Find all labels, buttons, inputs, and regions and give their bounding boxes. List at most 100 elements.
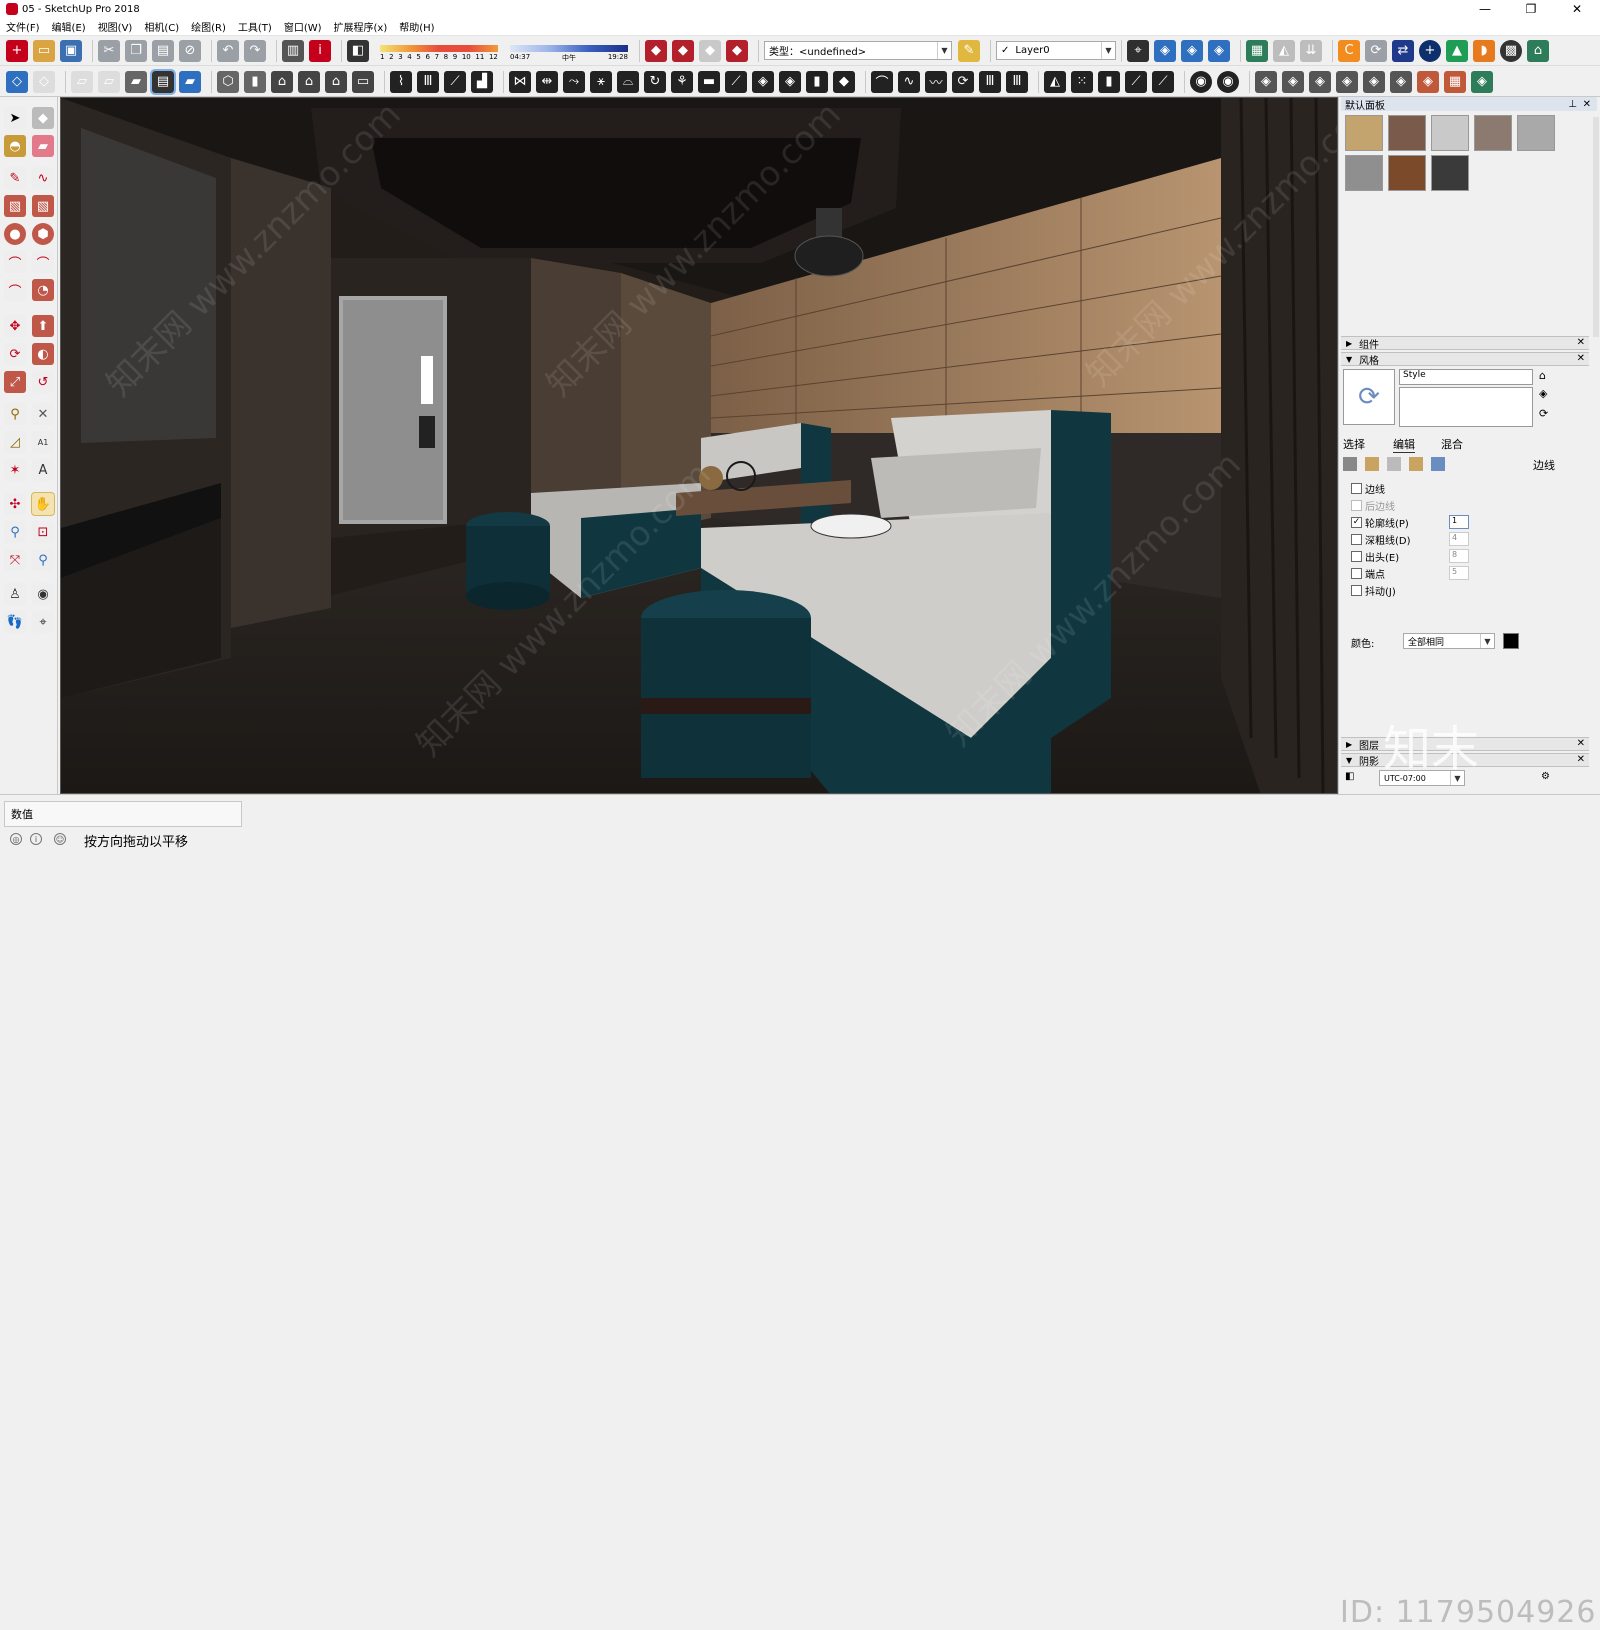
menu-extensions[interactable]: 扩展程序(x) xyxy=(334,19,388,34)
text-label-icon[interactable]: A1 xyxy=(32,431,54,453)
pin-icon[interactable]: ⊥ xyxy=(1568,99,1577,110)
zoom-window-icon[interactable]: ⊡ xyxy=(32,521,54,543)
maximize-button[interactable]: ❐ xyxy=(1508,0,1554,18)
wireframe-icon[interactable]: ▱ xyxy=(71,70,93,93)
tool-l-icon[interactable]: ▮ xyxy=(806,70,828,93)
edge-option-value[interactable]: 5 xyxy=(1449,566,1469,580)
scrollbar[interactable] xyxy=(1593,117,1599,337)
extension-warehouse-icon[interactable]: ◆ xyxy=(726,39,748,62)
iso-view-icon[interactable]: ⬡ xyxy=(217,70,239,93)
shaded-textures-icon[interactable]: ▤ xyxy=(150,68,176,95)
menu-help[interactable]: 帮助(H) xyxy=(399,19,434,34)
tool-y-icon[interactable]: ◈ xyxy=(1255,70,1277,93)
back-edges-icon[interactable]: ◇ xyxy=(33,70,55,93)
material-swatch[interactable] xyxy=(1345,155,1383,191)
tab-mix[interactable]: 混合 xyxy=(1441,436,1463,452)
menu-camera[interactable]: 相机(C) xyxy=(144,19,179,34)
edge-option-row[interactable]: 抖动(J) xyxy=(1351,583,1396,598)
refresh-icon[interactable]: ⟳ xyxy=(1539,407,1548,420)
pie-icon[interactable]: ◔ xyxy=(32,279,54,301)
close-icon[interactable]: ✕ xyxy=(1577,353,1585,364)
face-settings-icon[interactable] xyxy=(1365,457,1379,471)
position-camera-icon[interactable]: ♙ xyxy=(4,583,26,605)
cut-icon[interactable]: ✂ xyxy=(98,39,120,62)
tool-o-icon[interactable]: ∿ xyxy=(898,70,920,93)
refresh-icon[interactable]: ⟳ xyxy=(1365,39,1387,62)
paint-bucket-icon[interactable]: ◓ xyxy=(4,135,26,157)
right-view-icon[interactable]: ⌂ xyxy=(298,70,320,93)
edge-option-value[interactable]: 4 xyxy=(1449,532,1469,546)
edge-option-row[interactable]: 深粗线(D) xyxy=(1351,532,1411,547)
menu-draw[interactable]: 绘图(R) xyxy=(191,19,226,34)
material-swatch[interactable] xyxy=(1474,115,1512,151)
monochrome-icon[interactable]: ▰ xyxy=(179,70,201,93)
scale-icon[interactable]: ⤢ xyxy=(4,371,26,393)
section-plane-tool-icon[interactable]: ⌖ xyxy=(32,611,54,633)
section-cut-icon[interactable]: ◈ xyxy=(1208,39,1230,62)
section-display-icon[interactable]: ◈ xyxy=(1154,39,1176,62)
tool-z-icon[interactable]: ◈ xyxy=(1282,70,1304,93)
color-mode-select[interactable]: 全部相同 ▼ xyxy=(1403,633,1495,649)
edge-color-swatch[interactable] xyxy=(1503,633,1519,649)
section-plane-icon[interactable]: ⌖ xyxy=(1127,39,1149,62)
tool-s-icon[interactable]: Ⅲ xyxy=(1006,70,1028,93)
tool-ac-icon[interactable]: ◈ xyxy=(1363,70,1385,93)
two-point-arc-icon[interactable]: ⌒ xyxy=(32,251,54,273)
bars-icon[interactable]: ▟ xyxy=(471,70,493,93)
time-slider[interactable]: 04:37 中午 19:28 xyxy=(510,41,628,62)
checkbox-checked[interactable]: ✓ xyxy=(1351,517,1362,528)
tool-u-icon[interactable]: ⟋ xyxy=(1125,70,1147,93)
redo-icon[interactable]: ↷ xyxy=(244,39,266,62)
railing-icon[interactable]: Ⅲ xyxy=(417,70,439,93)
style-name-field[interactable]: Style xyxy=(1399,369,1533,385)
paste-icon[interactable]: ▤ xyxy=(152,39,174,62)
model-info-icon[interactable]: i xyxy=(309,39,331,62)
xray-icon[interactable]: ◇ xyxy=(6,70,28,93)
edge-settings-icon[interactable] xyxy=(1343,457,1357,471)
menu-edit[interactable]: 编辑(E) xyxy=(52,19,86,34)
tool-n-icon[interactable]: ⌒ xyxy=(871,70,893,93)
tool-d-icon[interactable]: ⚹ xyxy=(590,70,612,93)
rotated-rectangle-icon[interactable]: ▧ xyxy=(32,195,54,217)
walk-icon[interactable]: 👣 xyxy=(4,611,26,633)
circle-icon[interactable]: ● xyxy=(4,223,26,245)
layer-select[interactable]: ✓ Layer0 ▼ xyxy=(996,41,1116,60)
style-description-field[interactable] xyxy=(1399,387,1533,427)
zoom-icon[interactable]: ⚲ xyxy=(4,521,26,543)
close-icon[interactable]: ✕ xyxy=(1583,99,1591,110)
edge-option-value[interactable]: 8 xyxy=(1449,549,1469,563)
menu-view[interactable]: 视图(V) xyxy=(98,19,133,34)
tool-a-icon[interactable]: ⋈ xyxy=(509,70,531,93)
tool-j-icon[interactable]: ◈ xyxy=(752,70,774,93)
previous-view-icon[interactable]: ⚲ xyxy=(32,549,54,571)
edge-option-row[interactable]: 出头(E) xyxy=(1351,549,1399,564)
tool-aa-icon[interactable]: ◈ xyxy=(1309,70,1331,93)
toggle-terrain-icon[interactable]: ◭ xyxy=(1273,39,1295,62)
edge-option-value[interactable]: 1 xyxy=(1449,515,1469,529)
rotate-icon[interactable]: ⟳ xyxy=(4,343,26,365)
3d-text-icon[interactable]: A xyxy=(32,459,54,481)
photo-texture-icon[interactable]: ⇊ xyxy=(1300,39,1322,62)
tool-m-icon[interactable]: ◆ xyxy=(833,70,855,93)
measurements-box[interactable]: 数值 xyxy=(4,801,242,827)
share-model-icon[interactable]: ◆ xyxy=(672,39,694,62)
tool-ab-icon[interactable]: ◈ xyxy=(1336,70,1358,93)
warehouse-icon[interactable]: ◆ xyxy=(645,39,667,62)
shadow-settings-icon[interactable]: ⚙ xyxy=(1541,771,1550,782)
checker-sphere-icon[interactable]: ▩ xyxy=(1500,39,1522,62)
details-icon[interactable]: ◈ xyxy=(1539,387,1547,400)
plugin-shape-icon[interactable]: ◗ xyxy=(1473,39,1495,62)
tool-ad-icon[interactable]: ◈ xyxy=(1390,70,1412,93)
tool-k-icon[interactable]: ◈ xyxy=(779,70,801,93)
account-icon[interactable]: ☺ xyxy=(54,833,66,845)
plugin-c-icon[interactable]: C xyxy=(1338,39,1360,62)
plugin-tree-icon[interactable]: ▲ xyxy=(1446,39,1468,62)
new-file-icon[interactable]: + xyxy=(6,39,28,62)
tool-r-icon[interactable]: Ⅲ xyxy=(979,70,1001,93)
tool-i-icon[interactable]: ⟋ xyxy=(725,70,747,93)
save-icon[interactable]: ▣ xyxy=(60,39,82,62)
checkbox[interactable] xyxy=(1351,483,1362,494)
tape-measure-icon[interactable]: ⚲ xyxy=(4,403,26,425)
eraser-icon[interactable]: ▰ xyxy=(32,135,54,157)
geo-location-icon[interactable]: ◎ xyxy=(10,833,22,845)
